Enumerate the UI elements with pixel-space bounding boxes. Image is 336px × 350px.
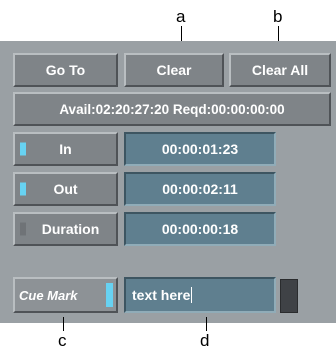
clear-all-button[interactable]: Clear All xyxy=(229,53,331,87)
duration-button[interactable]: Duration xyxy=(13,212,118,246)
out-label: Out xyxy=(53,181,78,197)
cue-mark-color-swatch[interactable] xyxy=(280,279,298,313)
callout-d-line xyxy=(206,317,207,331)
duration-timecode-field[interactable]: 00:00:00:18 xyxy=(124,212,276,246)
avail-reqd-status: Avail:02:20:27:20 Reqd:00:00:00:00 xyxy=(13,92,331,126)
in-indicator xyxy=(20,142,26,156)
cue-mark-label: Cue Mark xyxy=(19,287,78,303)
callout-b: b xyxy=(273,7,283,26)
callout-c: c xyxy=(58,331,67,350)
cue-mark-text-value: text here xyxy=(132,287,191,303)
text-cursor xyxy=(191,287,193,303)
out-timecode-field[interactable]: 00:00:02:11 xyxy=(124,172,276,206)
in-label: In xyxy=(59,141,72,157)
cue-mark-panel: Go To Clear Clear All Avail:02:20:27:20 … xyxy=(0,41,336,323)
out-button[interactable]: Out xyxy=(13,172,118,206)
clear-button[interactable]: Clear xyxy=(124,53,224,87)
cue-mark-text-field[interactable]: text here xyxy=(124,277,276,313)
callout-d: d xyxy=(200,331,210,350)
callout-a: a xyxy=(176,7,186,26)
in-timecode-field[interactable]: 00:00:01:23 xyxy=(124,132,276,166)
cue-mark-button[interactable]: Cue Mark xyxy=(13,277,118,313)
callout-c-line xyxy=(63,317,64,331)
duration-label: Duration xyxy=(41,221,100,237)
out-indicator xyxy=(20,182,26,196)
cue-mark-indicator xyxy=(106,283,113,307)
duration-indicator xyxy=(20,222,26,236)
in-button[interactable]: In xyxy=(13,132,118,166)
go-to-button[interactable]: Go To xyxy=(13,53,118,87)
